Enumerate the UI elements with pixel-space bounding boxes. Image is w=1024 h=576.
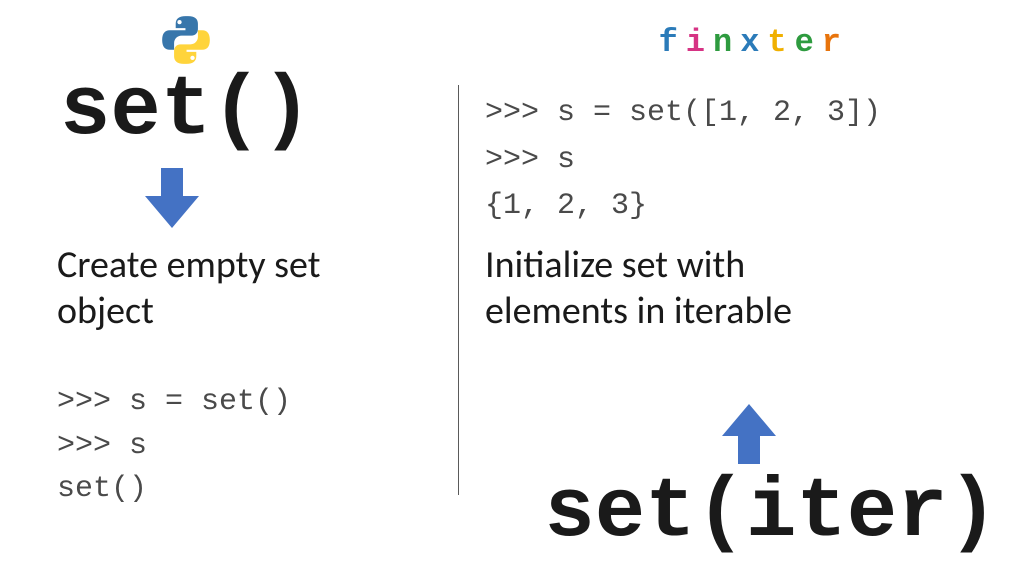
left-code-block: >>> s = set() >>> s set() [57,381,291,512]
arrow-up-icon [722,404,776,464]
left-description-line1: Create empty set [57,243,417,289]
right-description-line1: Initialize set with [485,243,945,289]
left-title: set() [60,70,312,154]
logo-letter: f [659,24,686,61]
right-title: set(iter) [544,472,998,556]
vertical-divider [458,85,459,495]
finxter-logo: finxter [659,24,849,61]
right-description: Initialize set with elements in iterable [485,243,945,334]
code-line: >>> s [485,143,575,177]
logo-letter: t [767,24,794,61]
left-description: Create empty set object [57,243,417,334]
logo-letter: x [740,24,767,61]
code-line: set() [57,472,147,506]
logo-letter: n [713,24,740,61]
python-logo-icon [160,14,212,66]
logo-letter: i [686,24,713,61]
logo-letter: r [822,24,849,61]
arrow-down-icon [145,168,199,228]
logo-letter: e [795,24,822,61]
code-line: >>> s = set() [57,385,291,419]
code-line: {1, 2, 3} [485,189,647,223]
right-code-block: >>> s = set([1, 2, 3]) >>> s {1, 2, 3} [485,90,881,230]
left-description-line2: object [57,289,417,335]
code-line: >>> s = set([1, 2, 3]) [485,96,881,130]
code-line: >>> s [57,429,147,463]
right-description-line2: elements in iterable [485,289,945,335]
